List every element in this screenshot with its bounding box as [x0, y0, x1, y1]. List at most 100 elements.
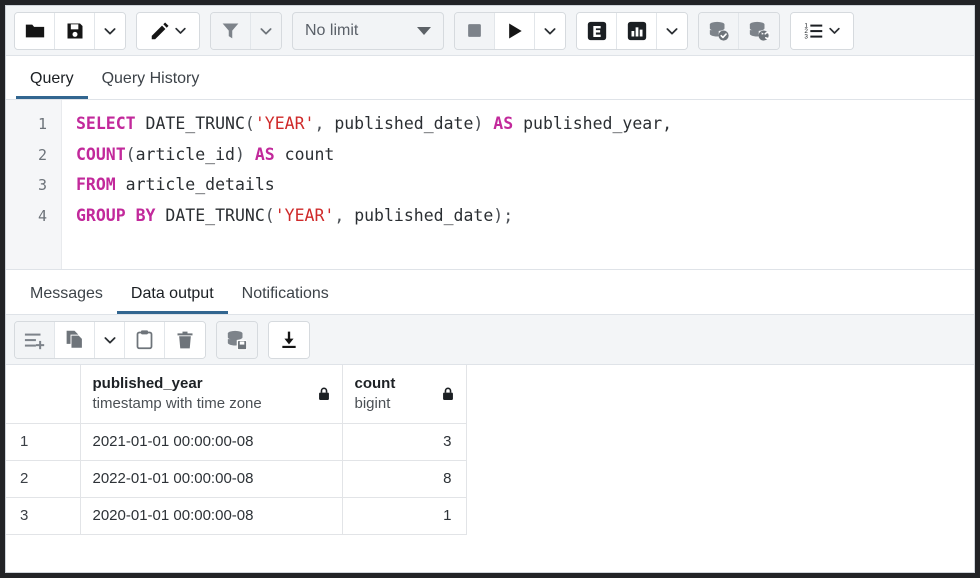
column-header-published-year[interactable]: published_year timestamp with time zone: [80, 365, 342, 423]
explain-dropdown-button[interactable]: [657, 13, 687, 49]
table-cell-rn[interactable]: 3: [6, 497, 80, 534]
sql-token: published_date: [354, 206, 493, 225]
chevron-down-icon: [102, 332, 118, 348]
lock-icon: [316, 386, 332, 402]
cell-value: 3: [343, 424, 466, 460]
sql-token: DATE_TRUNC: [146, 114, 245, 133]
table-cell-published-year[interactable]: 2020-01-01 00:00:00-08: [80, 497, 342, 534]
rollback-button[interactable]: [739, 13, 779, 49]
sql-token: SELECT: [76, 114, 136, 133]
data-output-grid: published_year timestamp with time zone: [6, 365, 974, 572]
sql-token: AS: [255, 145, 275, 164]
sql-line: COUNT(article_id) AS count: [76, 140, 974, 171]
sql-editor[interactable]: 1 2 3 4 SELECT DATE_TRUNC('YEAR', publis…: [6, 100, 974, 270]
filter-button-group: [210, 12, 282, 50]
row-limit-select[interactable]: No limit: [292, 12, 444, 50]
sql-line: SELECT DATE_TRUNC('YEAR', published_date…: [76, 109, 974, 140]
table-cell-count[interactable]: 1: [342, 497, 466, 534]
cell-value: 1: [6, 424, 80, 460]
sql-token: FROM: [76, 175, 116, 194]
sql-token: article_details: [116, 175, 275, 194]
results-edit-group: [14, 321, 206, 359]
explain-analyze-button[interactable]: [617, 13, 657, 49]
play-triangle-icon: [505, 21, 525, 41]
numbered-list-icon: 1 2 3: [803, 20, 825, 42]
commit-button[interactable]: [699, 13, 739, 49]
line-number: 3: [6, 170, 61, 201]
execute-query-button[interactable]: [495, 13, 535, 49]
line-number-gutter: 1 2 3 4: [6, 100, 62, 269]
save-file-icon: [65, 21, 85, 41]
cell-value: 2020-01-01 00:00:00-08: [81, 498, 342, 534]
results-toolbar: [6, 315, 974, 365]
macros-dropdown-button[interactable]: 1 2 3: [791, 13, 853, 49]
table-header-row: published_year timestamp with time zone: [6, 365, 466, 423]
table-row[interactable]: 32020-01-01 00:00:00-081: [6, 497, 466, 534]
sql-token: ,: [314, 114, 334, 133]
sql-token: (: [245, 114, 255, 133]
execute-dropdown-button[interactable]: [535, 13, 565, 49]
tab-query-history[interactable]: Query History: [88, 71, 214, 99]
pencil-edit-icon: [149, 20, 171, 42]
sql-token: ,: [334, 206, 354, 225]
filter-dropdown-button[interactable]: [251, 13, 281, 49]
table-cell-published-year[interactable]: 2021-01-01 00:00:00-08: [80, 423, 342, 460]
sql-token: published_year,: [513, 114, 672, 133]
sql-token: article_id: [136, 145, 235, 164]
explain-analyze-chart-icon: [626, 20, 648, 42]
stop-query-button[interactable]: [455, 13, 495, 49]
chevron-down-icon: [664, 23, 680, 39]
execute-button-group: [454, 12, 566, 50]
explain-button[interactable]: [577, 13, 617, 49]
cell-value: 1: [343, 498, 466, 534]
chevron-down-icon: [542, 23, 558, 39]
lock-icon: [440, 386, 456, 402]
save-file-dropdown-button[interactable]: [95, 13, 125, 49]
tab-notifications[interactable]: Notifications: [228, 286, 343, 314]
tab-query[interactable]: Query: [16, 71, 88, 99]
add-row-button[interactable]: [15, 322, 55, 358]
chevron-down-icon: [173, 23, 188, 38]
table-cell-published-year[interactable]: 2022-01-01 00:00:00-08: [80, 460, 342, 497]
file-button-group: [14, 12, 126, 50]
download-csv-button[interactable]: [269, 322, 309, 358]
column-name: published_year: [93, 374, 262, 394]
sql-token: 'YEAR': [255, 114, 315, 133]
column-name: count: [355, 374, 396, 394]
table-cell-count[interactable]: 3: [342, 423, 466, 460]
sql-token: count: [275, 145, 335, 164]
chevron-down-icon: [827, 23, 842, 38]
row-number-header: [6, 365, 80, 423]
table-cell-count[interactable]: 8: [342, 460, 466, 497]
copy-dropdown-button[interactable]: [95, 322, 125, 358]
save-file-button[interactable]: [55, 13, 95, 49]
delete-row-button[interactable]: [165, 322, 205, 358]
sql-token: DATE_TRUNC: [165, 206, 264, 225]
open-file-icon: [24, 20, 46, 42]
download-group: [268, 321, 310, 359]
paste-button[interactable]: [125, 322, 165, 358]
tab-data-output[interactable]: Data output: [117, 286, 228, 314]
pgadmin-query-tool: No limit: [5, 5, 975, 573]
open-file-button[interactable]: [15, 13, 55, 49]
table-row[interactable]: 12021-01-01 00:00:00-083: [6, 423, 466, 460]
copy-rows-icon: [64, 329, 85, 350]
explain-e-icon: [586, 20, 608, 42]
table-cell-rn[interactable]: 1: [6, 423, 80, 460]
query-tab-bar: Query Query History: [6, 56, 974, 100]
copy-rows-button[interactable]: [55, 322, 95, 358]
sql-token: ): [235, 145, 245, 164]
cell-value: 8: [343, 461, 466, 497]
table-row[interactable]: 22022-01-01 00:00:00-088: [6, 460, 466, 497]
edit-dropdown-button[interactable]: [137, 13, 199, 49]
column-header-count[interactable]: count bigint: [342, 365, 466, 423]
save-data-changes-button[interactable]: [217, 322, 257, 358]
paste-clipboard-icon: [134, 329, 155, 350]
edit-button-group: [136, 12, 200, 50]
table-cell-rn[interactable]: 2: [6, 460, 80, 497]
line-number: 2: [6, 140, 61, 171]
sql-token: (: [265, 206, 275, 225]
sql-code-area[interactable]: SELECT DATE_TRUNC('YEAR', published_date…: [62, 100, 974, 269]
filter-button[interactable]: [211, 13, 251, 49]
tab-messages[interactable]: Messages: [16, 286, 117, 314]
